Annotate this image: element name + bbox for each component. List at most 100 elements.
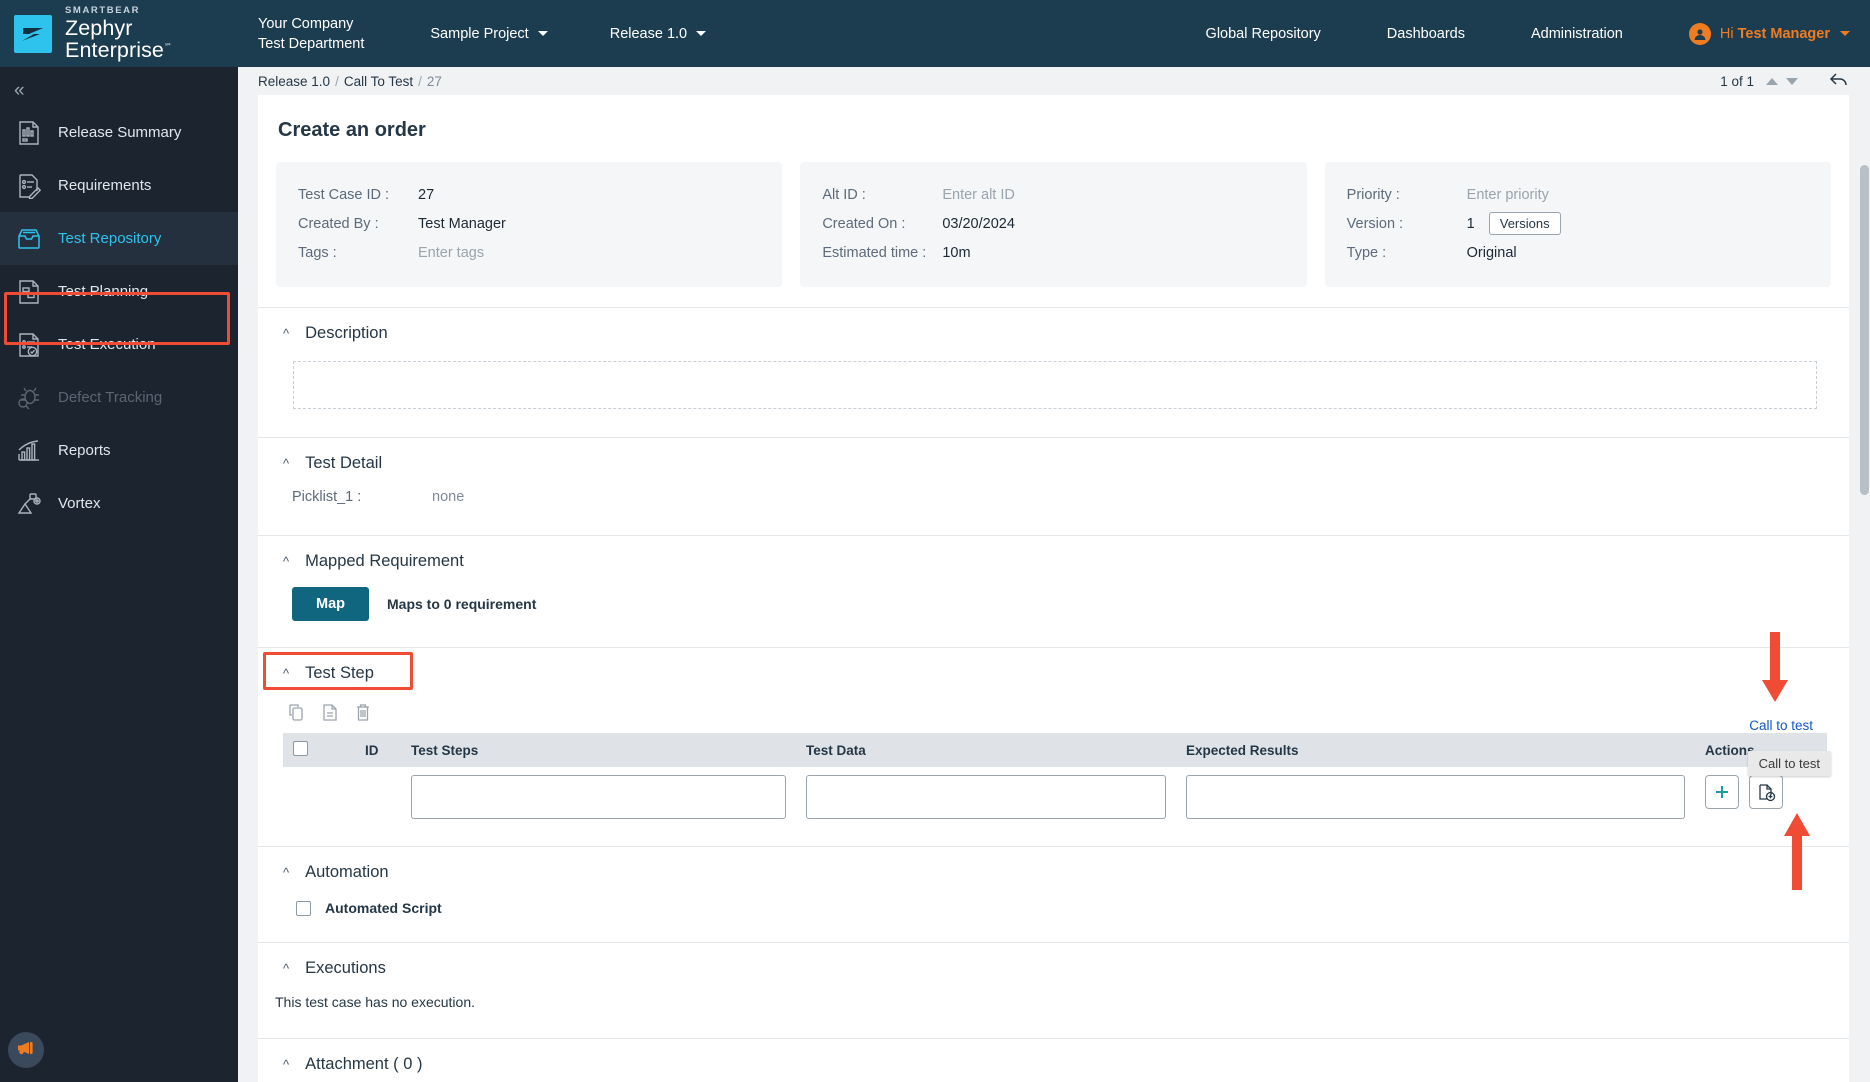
map-button[interactable]: Map bbox=[292, 587, 369, 621]
test-steps-input[interactable] bbox=[411, 775, 786, 819]
field-value: 27 bbox=[418, 186, 435, 203]
chevron-up-icon[interactable]: ^ bbox=[283, 457, 289, 470]
field-label: Created By : bbox=[298, 215, 379, 232]
field-priority[interactable]: Priority : Enter priority bbox=[1347, 180, 1809, 209]
sidebar-item-reports[interactable]: Reports bbox=[0, 424, 238, 477]
chevron-up-icon[interactable]: ^ bbox=[283, 1058, 289, 1071]
field-value-placeholder: Enter tags bbox=[418, 244, 485, 261]
chevron-up-icon[interactable]: ^ bbox=[283, 667, 289, 680]
field-picklist-1[interactable]: Picklist_1 : none bbox=[283, 487, 1827, 515]
sidebar-collapse-button[interactable]: « bbox=[0, 67, 238, 106]
call-to-test-link[interactable]: Call to test bbox=[1749, 718, 1813, 733]
col-expected-results: Expected Results bbox=[1176, 733, 1695, 767]
user-menu[interactable]: Hi Test Manager bbox=[1688, 22, 1850, 45]
sidebar-item-test-repository[interactable]: Test Repository bbox=[0, 212, 238, 265]
section-body: This test case has no execution. bbox=[258, 992, 1849, 1038]
section-body bbox=[258, 361, 1849, 437]
sidebar-item-test-planning[interactable]: Test Planning bbox=[0, 265, 238, 318]
row-select-cell bbox=[283, 767, 315, 832]
section-title: Test Detail bbox=[305, 454, 383, 472]
field-value: 03/20/2024 bbox=[942, 215, 1015, 232]
brand-logo[interactable]: SMARTBEAR Zephyr Enterprise℠ bbox=[0, 6, 238, 62]
chevron-up-icon[interactable] bbox=[1766, 77, 1778, 85]
spacer-header bbox=[315, 733, 355, 767]
breadcrumb-release[interactable]: Release 1.0 bbox=[258, 74, 330, 89]
sidebar-item-test-execution[interactable]: Test Execution bbox=[0, 318, 238, 371]
section-header[interactable]: ^ Mapped Requirement bbox=[258, 536, 1849, 585]
sidebar-item-vortex[interactable]: Vortex bbox=[0, 477, 238, 530]
section-title: Description bbox=[305, 324, 388, 342]
add-step-button[interactable] bbox=[1705, 775, 1739, 809]
chevron-down-icon[interactable] bbox=[1786, 77, 1798, 85]
paste-icon[interactable] bbox=[319, 701, 341, 723]
undo-arrow-icon[interactable] bbox=[1828, 71, 1850, 92]
automated-script-checkbox[interactable] bbox=[296, 900, 311, 916]
col-test-data: Test Data bbox=[796, 733, 1176, 767]
nav-dashboards[interactable]: Dashboards bbox=[1387, 26, 1465, 42]
test-step-table-wrap: ID Test Steps Test Data Expected Results… bbox=[258, 733, 1849, 846]
reports-icon bbox=[14, 436, 44, 466]
section-title: Test Step bbox=[305, 664, 374, 682]
section-header[interactable]: ^ Executions bbox=[258, 943, 1849, 992]
chevron-up-icon[interactable]: ^ bbox=[283, 555, 289, 568]
row-spacer-cell bbox=[315, 767, 355, 832]
nav-global-repository[interactable]: Global Repository bbox=[1206, 26, 1321, 42]
sidebar-item-defect-tracking[interactable]: Defect Tracking bbox=[0, 371, 238, 424]
section-description: ^ Description bbox=[258, 307, 1849, 437]
description-input[interactable] bbox=[293, 361, 1817, 409]
main-content: Release 1.0 / Call To Test / 27 1 of 1 C… bbox=[238, 67, 1870, 1082]
page-title: Create an order bbox=[278, 119, 426, 141]
nav-administration[interactable]: Administration bbox=[1531, 26, 1623, 42]
requirements-icon bbox=[14, 171, 44, 201]
maps-to-text: Maps to 0 requirement bbox=[387, 596, 537, 612]
field-label: Type : bbox=[1346, 244, 1387, 261]
release-selector[interactable]: Release 1.0 bbox=[610, 26, 707, 42]
sidebar-item-requirements[interactable]: Requirements bbox=[0, 159, 238, 212]
expected-results-input[interactable] bbox=[1186, 775, 1685, 819]
call-to-test-button[interactable] bbox=[1749, 775, 1783, 809]
brand-zephyr: Zephyr Enterprise℠ bbox=[65, 16, 173, 62]
copy-icon[interactable] bbox=[286, 701, 308, 723]
test-steps-table: ID Test Steps Test Data Expected Results… bbox=[283, 733, 1827, 832]
info-card-dates: Alt ID : Enter alt ID Created On : 03/20… bbox=[800, 162, 1307, 287]
field-estimated-time[interactable]: Estimated time : 10m bbox=[822, 238, 1284, 267]
section-header[interactable]: ^ Test Detail bbox=[258, 438, 1849, 487]
department-name: Test Department bbox=[258, 35, 365, 52]
chevron-down-icon bbox=[1840, 31, 1850, 36]
project-selector[interactable]: Sample Project bbox=[430, 26, 548, 42]
section-header-test-step[interactable]: ^ Test Step bbox=[258, 648, 1849, 697]
row-test-steps-cell bbox=[401, 767, 796, 832]
versions-button[interactable]: Versions bbox=[1488, 212, 1561, 235]
chevron-up-icon[interactable]: ^ bbox=[283, 866, 289, 879]
section-test-step: ^ Test Step Call to test ID Test Steps T… bbox=[258, 647, 1849, 846]
chevron-up-icon[interactable]: ^ bbox=[283, 962, 289, 975]
field-tags[interactable]: Tags : Enter tags bbox=[298, 238, 760, 267]
section-header[interactable]: ^ Automation bbox=[258, 847, 1849, 896]
page-scrollbar-thumb[interactable] bbox=[1860, 165, 1869, 495]
field-alt-id[interactable]: Alt ID : Enter alt ID bbox=[822, 180, 1284, 209]
brand-text: SMARTBEAR Zephyr Enterprise℠ bbox=[65, 6, 238, 62]
delete-icon[interactable] bbox=[352, 701, 374, 723]
sidebar-item-release-summary[interactable]: Release Summary bbox=[0, 106, 238, 159]
release-summary-icon bbox=[14, 118, 44, 148]
section-header[interactable]: ^ Attachment ( 0 ) bbox=[258, 1039, 1849, 1082]
field-type: Type : Original bbox=[1347, 238, 1809, 267]
breadcrumb-folder[interactable]: Call To Test bbox=[344, 74, 413, 89]
feedback-button[interactable] bbox=[8, 1032, 44, 1068]
sidebar: « Release Summary Requirements Test Repo… bbox=[0, 67, 238, 1082]
section-header[interactable]: ^ Description bbox=[258, 308, 1849, 357]
section-body: Picklist_1 : none bbox=[258, 487, 1849, 535]
user-greeting: Hi Test Manager bbox=[1719, 25, 1830, 42]
zephyr-logo-icon bbox=[14, 14, 52, 53]
field-label: Version : bbox=[1346, 215, 1404, 232]
breadcrumb-current: 27 bbox=[426, 73, 442, 89]
chevron-up-icon[interactable]: ^ bbox=[283, 327, 289, 340]
top-nav-links: Global Repository Dashboards Administrat… bbox=[1206, 22, 1870, 45]
brand-sm-mark: ℠ bbox=[164, 41, 173, 51]
field-label: Priority : bbox=[1346, 186, 1400, 203]
select-all-checkbox[interactable] bbox=[293, 741, 308, 756]
test-data-input[interactable] bbox=[806, 775, 1166, 819]
info-card-meta: Priority : Enter priority Version : 1 Ve… bbox=[1324, 162, 1831, 287]
chevron-down-icon bbox=[696, 31, 707, 36]
field-label: Tags : bbox=[298, 244, 337, 261]
